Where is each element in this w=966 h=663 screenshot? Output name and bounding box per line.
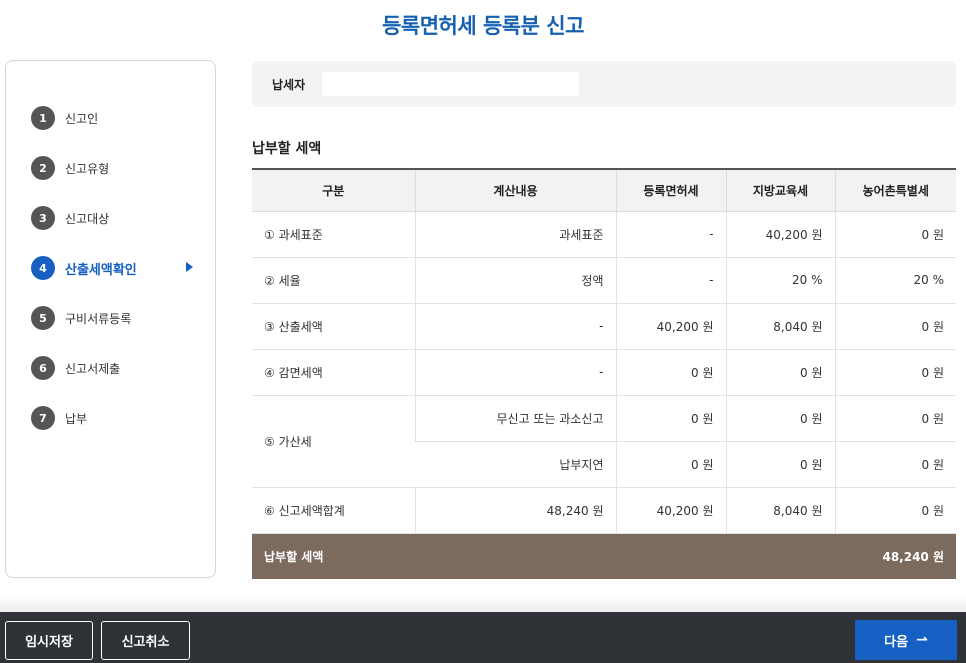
- row-calc: 무신고 또는 과소신고: [414, 395, 616, 442]
- row-item: ③ 산출세액: [252, 303, 415, 350]
- step-number: 6: [31, 356, 55, 380]
- row-item: ⑤ 가산세: [252, 395, 415, 488]
- page-title: 등록면허세 등록분 신고: [382, 14, 584, 38]
- step-item-payment[interactable]: 7 납부: [6, 393, 215, 443]
- row-reg-tax: 0 원: [615, 441, 726, 488]
- row-reg-tax: -: [615, 257, 726, 304]
- row-edu-tax: 40,200 원: [725, 211, 835, 258]
- step-number: 5: [31, 306, 55, 330]
- row-edu-tax: 0 원: [725, 349, 835, 396]
- total-row: 납부할 세액 48,240 원: [252, 533, 956, 579]
- column-header: 농어촌특별세: [834, 168, 956, 212]
- row-reg-tax: -: [615, 211, 726, 258]
- table-row: ① 과세표준 과세표준 - 40,200 원 0 원: [252, 211, 956, 258]
- row-reg-tax: 0 원: [615, 349, 726, 396]
- step-item-report-type[interactable]: 2 신고유형: [6, 143, 215, 193]
- table-row: ⑥ 신고세액합계 48,240 원 40,200 원 8,040 원 0 원: [252, 487, 956, 534]
- row-reg-tax: 40,200 원: [615, 303, 726, 350]
- step-number: 1: [31, 106, 55, 130]
- row-rural-tax: 20 %: [834, 257, 956, 304]
- next-button[interactable]: 다음 ⇀: [855, 620, 957, 660]
- row-rural-tax: 0 원: [834, 211, 956, 258]
- row-rural-tax: 0 원: [834, 441, 956, 488]
- column-header: 지방교육세: [725, 168, 835, 212]
- table-row: ③ 산출세액 - 40,200 원 8,040 원 0 원: [252, 303, 956, 350]
- step-navigator: 1 신고인 2 신고유형 3 신고대상 4 산출세액확인 5 구비서류등록 6 …: [5, 60, 216, 578]
- step-item-document-upload[interactable]: 5 구비서류등록: [6, 293, 215, 343]
- row-item: ④ 감면세액: [252, 349, 415, 396]
- row-edu-tax: 8,040 원: [725, 487, 835, 534]
- step-label: 신고인: [65, 111, 99, 126]
- row-rural-tax: 0 원: [834, 395, 956, 442]
- step-number: 4: [31, 256, 55, 280]
- row-calc: -: [414, 349, 616, 396]
- taxpayer-label: 납세자: [272, 77, 306, 92]
- temp-save-button[interactable]: 임시저장: [5, 621, 93, 660]
- table-row: ⑤ 가산세 무신고 또는 과소신고 0 원 0 원 0 원: [252, 395, 956, 488]
- total-label: 납부할 세액: [252, 533, 726, 579]
- step-label: 신고유형: [65, 161, 110, 176]
- current-step-arrow-icon: [186, 262, 193, 272]
- step-label: 납부: [65, 411, 88, 426]
- step-item-submit[interactable]: 6 신고서제출: [6, 343, 215, 393]
- arrow-right-icon: ⇀: [916, 632, 928, 648]
- row-edu-tax: 20 %: [725, 257, 835, 304]
- cancel-report-button[interactable]: 신고취소: [101, 621, 190, 660]
- row-calc: 납부지연: [415, 441, 616, 488]
- row-edu-tax: 0 원: [725, 395, 835, 442]
- footer-bar: 임시저장 신고취소 다음 ⇀: [0, 612, 966, 663]
- step-item-tax-calculation[interactable]: 4 산출세액확인: [6, 243, 215, 293]
- row-rural-tax: 0 원: [834, 303, 956, 350]
- step-label: 신고대상: [65, 211, 110, 226]
- row-edu-tax: 0 원: [725, 441, 835, 488]
- row-calc: -: [414, 303, 616, 350]
- table-header-row: 구분 계산내용 등록면허세 지방교육세 농어촌특별세: [252, 168, 956, 212]
- row-reg-tax: 0 원: [615, 395, 726, 442]
- tax-table: 구분 계산내용 등록면허세 지방교육세 농어촌특별세 ① 과세표준 과세표준 -…: [252, 168, 956, 579]
- column-header: 구분: [252, 168, 415, 212]
- total-value: 48,240 원: [726, 533, 956, 579]
- step-item-reporter[interactable]: 1 신고인: [6, 93, 215, 143]
- row-item: ⑥ 신고세액합계: [252, 487, 415, 534]
- step-number: 7: [31, 406, 55, 430]
- step-number: 3: [31, 206, 55, 230]
- row-reg-tax: 40,200 원: [615, 487, 726, 534]
- taxpayer-field: [322, 72, 579, 96]
- step-item-report-target[interactable]: 3 신고대상: [6, 193, 215, 243]
- step-label: 신고서제출: [65, 361, 121, 376]
- row-rural-tax: 0 원: [834, 487, 956, 534]
- column-header: 계산내용: [414, 168, 616, 212]
- row-calc: 48,240 원: [414, 487, 616, 534]
- column-header: 등록면허세: [615, 168, 726, 212]
- step-number: 2: [31, 156, 55, 180]
- section-title: 납부할 세액: [252, 141, 322, 157]
- row-calc: 과세표준: [414, 211, 616, 258]
- row-edu-tax: 8,040 원: [725, 303, 835, 350]
- taxpayer-box: 납세자: [252, 61, 956, 107]
- next-button-label: 다음: [884, 634, 909, 650]
- footer-shadow: [0, 595, 966, 612]
- row-item: ① 과세표준: [252, 211, 415, 258]
- step-label: 구비서류등록: [65, 311, 132, 326]
- row-item: ② 세율: [252, 257, 415, 304]
- row-rural-tax: 0 원: [834, 349, 956, 396]
- step-label: 산출세액확인: [65, 262, 137, 278]
- table-row: ④ 감면세액 - 0 원 0 원 0 원: [252, 349, 956, 396]
- row-calc: 정액: [414, 257, 616, 304]
- table-row: ② 세율 정액 - 20 % 20 %: [252, 257, 956, 304]
